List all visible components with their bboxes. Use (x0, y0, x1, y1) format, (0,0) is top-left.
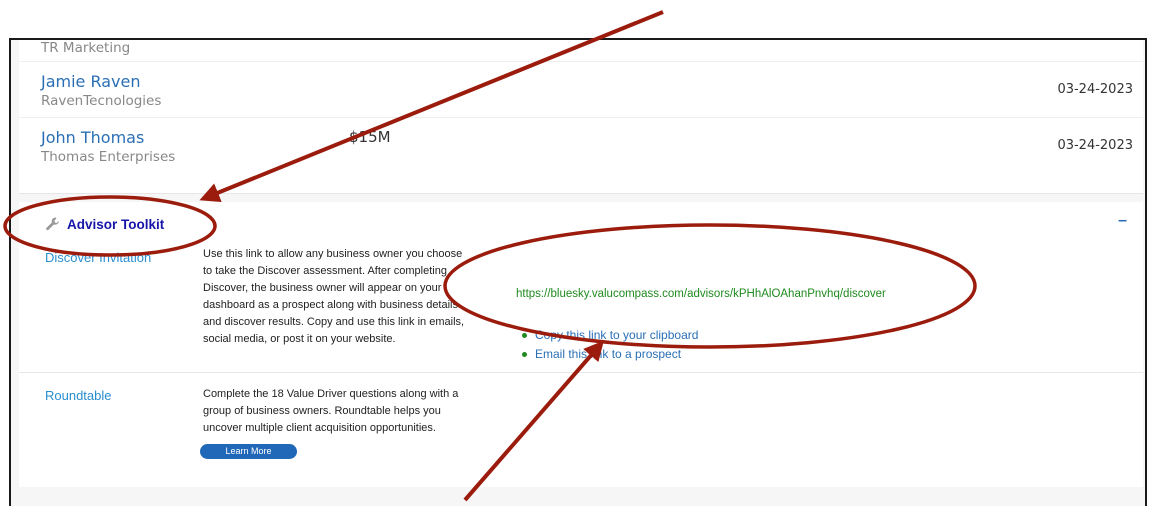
toolkit-title: Advisor Toolkit (67, 216, 165, 232)
app-frame: TR Marketing Jamie Raven RavenTecnologie… (9, 38, 1147, 506)
roundtable-label[interactable]: Roundtable (45, 388, 112, 403)
divider (19, 372, 1143, 373)
prospect-company: Thomas Enterprises (41, 149, 176, 165)
prospect-list: TR Marketing Jamie Raven RavenTecnologie… (19, 40, 1143, 194)
collapse-button[interactable]: – (1118, 212, 1127, 230)
list-item: John Thomas $15M Thomas Enterprises 03-2… (19, 118, 1143, 174)
list-item: TR Marketing (19, 40, 1143, 62)
list-item: Jamie Raven RavenTecnologies 03-24-2023 (19, 62, 1143, 118)
advisor-toolkit-panel: Advisor Toolkit – Discover Invitation Us… (19, 202, 1143, 487)
roundtable-description: Complete the 18 Value Driver questions a… (203, 388, 459, 434)
wrench-icon (46, 217, 59, 231)
prospect-name[interactable]: Jamie Raven (41, 72, 141, 91)
prospect-company: RavenTecnologies (41, 93, 162, 109)
email-link-action[interactable]: Email this link to a prospect (519, 345, 698, 364)
discover-actions: Copy this link to your clipboard Email t… (519, 326, 698, 364)
prospect-amount: $15M (349, 128, 391, 146)
discover-invitation-label[interactable]: Discover Invitation (45, 250, 151, 265)
copy-link-action[interactable]: Copy this link to your clipboard (519, 326, 698, 345)
prospect-company: TR Marketing (41, 40, 131, 56)
discover-url: https://bluesky.valucompass.com/advisors… (516, 288, 886, 300)
prospect-name[interactable]: John Thomas (41, 128, 144, 147)
prospect-date: 03-24-2023 (1057, 138, 1133, 153)
prospect-date: 03-24-2023 (1057, 82, 1133, 97)
learn-more-button[interactable]: Learn More (200, 444, 297, 459)
discover-description: Use this link to allow any business owne… (203, 248, 465, 345)
toolkit-header[interactable]: Advisor Toolkit (45, 216, 164, 232)
